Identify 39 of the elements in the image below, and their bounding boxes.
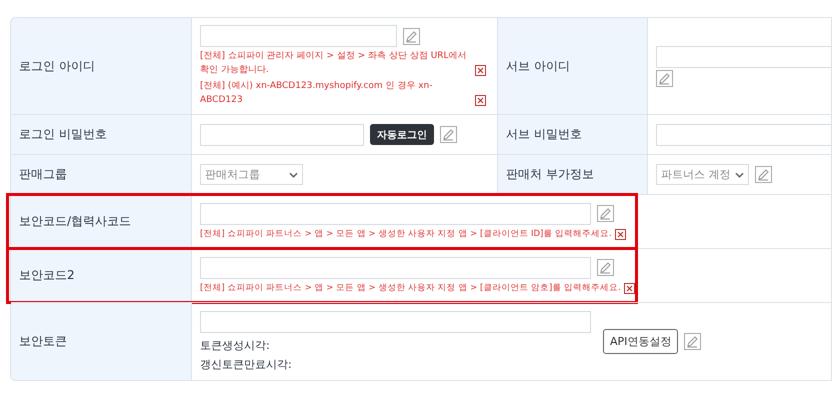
pencil-icon[interactable] [684,333,702,350]
input-field[interactable] [200,25,397,47]
label-cell: 로그인 아이디 [11,18,192,114]
input-field[interactable] [656,124,831,146]
api-settings-button[interactable]: API연동설정 [603,329,678,354]
hint-text: [전체] 쇼피파이 관리자 페이지 > 설정 > 좌측 상단 상점 URL에서 확인 가능합니다. [200,50,468,77]
input-field[interactable] [200,256,591,278]
label-cell: 보안코드2 [11,249,192,302]
auto-login-button[interactable]: 자동로그인 [370,124,434,145]
input-field[interactable] [200,202,591,224]
label-cell: 보안토큰 [11,303,192,380]
close-icon[interactable] [475,95,486,106]
label-cell: 판매처 부가정보 [498,155,648,194]
label-cell: 보안코드/협력사코드 [11,195,192,248]
hint-text: [전체] (예시) xn-ABCD123.myshopify.com 인 경우 xn-ABCD123 [200,80,434,107]
field-label: 갱신토큰만료시각: [200,356,293,372]
field-label: 토큰생성시각: [200,338,271,354]
close-icon[interactable] [475,65,486,76]
dropdown[interactable]: 판매처그룹 [200,164,303,185]
pencil-icon[interactable] [597,259,614,276]
input-field[interactable] [656,46,831,68]
label-cell: 서브 비밀번호 [498,115,648,154]
label-cell: 서브 아이디 [498,18,648,114]
close-icon[interactable] [624,282,635,294]
pencil-icon[interactable] [440,126,457,143]
pencil-icon[interactable] [656,70,673,86]
pencil-icon[interactable] [403,28,420,44]
hint-text: [전체] 쇼피파이 파트너스 > 앱 > 모든 앱 > 생성한 사용자 지정 앱 > [클라이언트 ID]를 입력해주세요. [200,228,612,240]
input-field[interactable] [200,310,591,332]
dropdown[interactable]: 파트너스 계정 [656,164,748,185]
chevron-down-icon[interactable] [734,172,744,178]
close-icon[interactable] [614,228,626,240]
pencil-icon[interactable] [597,205,614,222]
label-cell: 로그인 비밀번호 [11,115,192,154]
input-field[interactable] [200,124,364,146]
label-cell: 판매그룹 [11,155,192,194]
pencil-icon[interactable] [754,166,772,183]
chevron-down-icon[interactable] [289,172,298,178]
hint-text: [전체] 쇼피파이 파트너스 > 앱 > 모든 앱 > 생성한 사용자 지정 앱 > [클라이언트 암호]를 입력해주세요. [200,282,621,294]
